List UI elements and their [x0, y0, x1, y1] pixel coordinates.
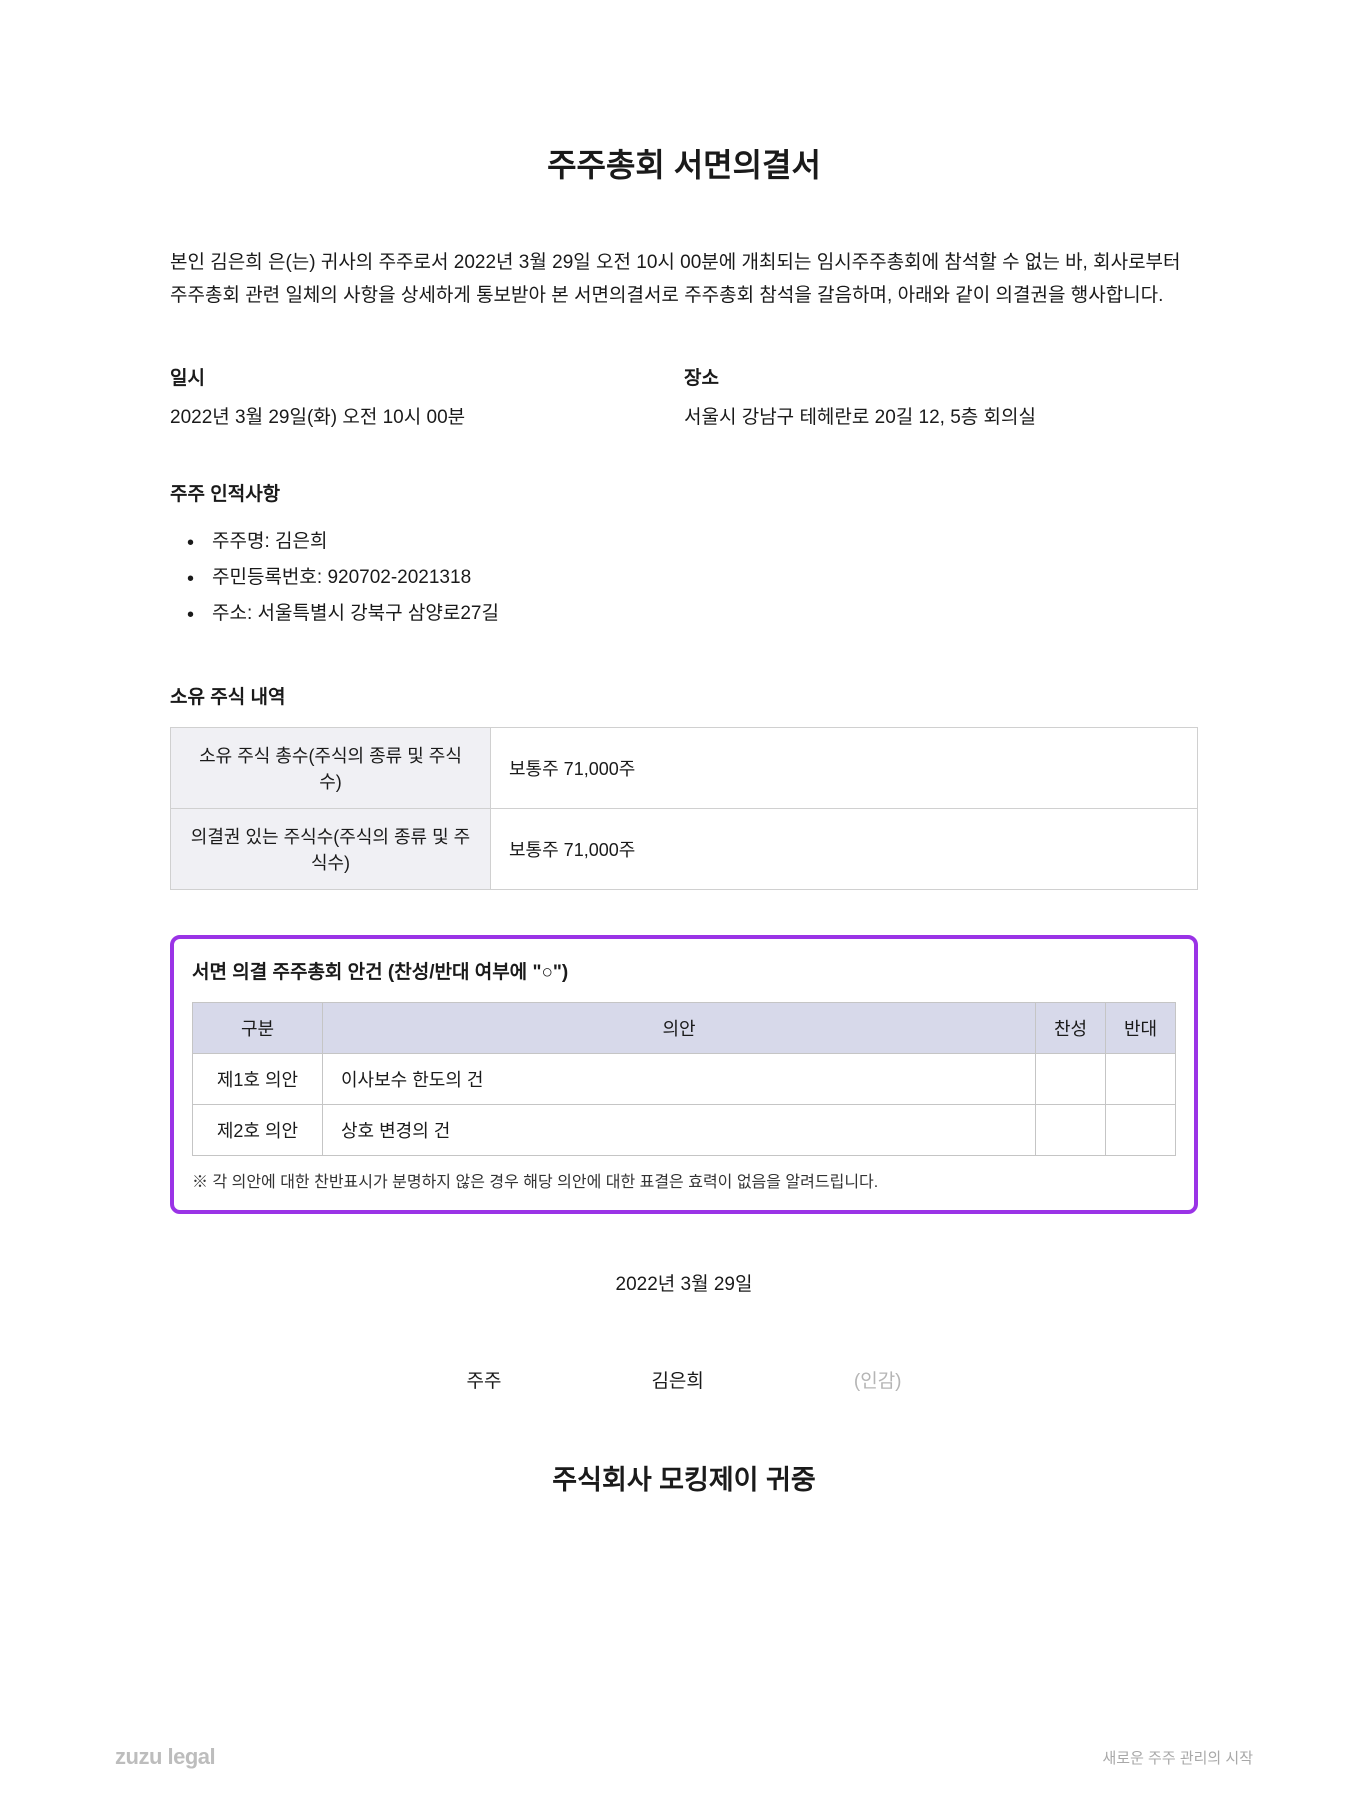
document-page: 주주총회 서면의결서 본인 김은희 은(는) 귀사의 주주로서 2022년 3월…: [0, 0, 1368, 1497]
agenda-header-yes: 찬성: [1036, 1002, 1106, 1053]
recipient-line: 주식회사 모킹제이 귀중: [170, 1458, 1198, 1497]
agenda-vote-yes-cell: [1036, 1104, 1106, 1155]
signer-name: 김은희: [651, 1366, 703, 1393]
table-row: 제2호 의안 상호 변경의 건: [193, 1104, 1176, 1155]
signature-date: 2022년 3월 29일: [170, 1269, 1198, 1296]
footer-tagline: 새로운 주주 관리의 시작: [1102, 1747, 1253, 1768]
location-block: 장소 서울시 강남구 테헤란로 20길 12, 5층 회의실: [684, 363, 1198, 429]
location-label: 장소: [684, 363, 1198, 390]
shareholder-address: 주소: 서울특별시 강북구 삼양로27길: [212, 596, 1198, 632]
shares-total-label: 소유 주식 총수(주식의 종류 및 주식수): [171, 727, 491, 808]
intro-paragraph: 본인 김은희 은(는) 귀사의 주주로서 2022년 3월 29일 오전 10시…: [170, 246, 1198, 313]
shares-section-header: 소유 주식 내역: [170, 682, 1198, 709]
datetime-value: 2022년 3월 29일(화) 오전 10시 00분: [170, 402, 684, 429]
agenda-row-num: 제2호 의안: [193, 1104, 323, 1155]
shareholder-list: 주주명: 김은희 주민등록번호: 920702-2021318 주소: 서울특별…: [212, 524, 1198, 632]
datetime-label: 일시: [170, 363, 684, 390]
shares-voting-value: 보통주 71,000주: [491, 808, 1198, 889]
table-header-row: 구분 의안 찬성 반대: [193, 1002, 1176, 1053]
location-value: 서울시 강남구 테헤란로 20길 12, 5층 회의실: [684, 402, 1198, 429]
meeting-info-row: 일시 2022년 3월 29일(화) 오전 10시 00분 장소 서울시 강남구…: [170, 363, 1198, 429]
agenda-row-item: 이사보수 한도의 건: [323, 1053, 1036, 1104]
shares-voting-label: 의결권 있는 주식수(주식의 종류 및 주식수): [171, 808, 491, 889]
agenda-header-no: 반대: [1106, 1002, 1176, 1053]
datetime-block: 일시 2022년 3월 29일(화) 오전 10시 00분: [170, 363, 684, 429]
table-row: 제1호 의안 이사보수 한도의 건: [193, 1053, 1176, 1104]
agenda-row-num: 제1호 의안: [193, 1053, 323, 1104]
shares-total-value: 보통주 71,000주: [491, 727, 1198, 808]
agenda-vote-yes-cell: [1036, 1053, 1106, 1104]
agenda-vote-no-cell: [1106, 1053, 1176, 1104]
page-footer: zuzu legal 새로운 주주 관리의 시작: [115, 1744, 1253, 1770]
agenda-header-num: 구분: [193, 1002, 323, 1053]
agenda-row-item: 상호 변경의 건: [323, 1104, 1036, 1155]
agenda-section-header: 서면 의결 주주총회 안건 (찬성/반대 여부에 "○"): [192, 957, 1176, 984]
seal-placeholder: (인감): [854, 1366, 902, 1393]
document-title: 주주총회 서면의결서: [170, 140, 1198, 186]
shareholder-id: 주민등록번호: 920702-2021318: [212, 560, 1198, 596]
footer-logo: zuzu legal: [115, 1744, 215, 1770]
signature-row: 주주 김은희 (인감): [170, 1366, 1198, 1393]
signer-role: 주주: [466, 1366, 501, 1393]
agenda-vote-no-cell: [1106, 1104, 1176, 1155]
agenda-note: ※ 각 의안에 대한 찬반표시가 분명하지 않은 경우 해당 의안에 대한 표결…: [192, 1168, 1176, 1192]
agenda-table: 구분 의안 찬성 반대 제1호 의안 이사보수 한도의 건 제2호 의안 상호 …: [192, 1002, 1176, 1156]
agenda-header-item: 의안: [323, 1002, 1036, 1053]
shareholder-section-header: 주주 인적사항: [170, 479, 1198, 506]
shareholder-name: 주주명: 김은희: [212, 524, 1198, 560]
table-row: 소유 주식 총수(주식의 종류 및 주식수) 보통주 71,000주: [171, 727, 1198, 808]
agenda-highlight-box: 서면 의결 주주총회 안건 (찬성/반대 여부에 "○") 구분 의안 찬성 반…: [170, 935, 1198, 1214]
shares-table: 소유 주식 총수(주식의 종류 및 주식수) 보통주 71,000주 의결권 있…: [170, 727, 1198, 890]
table-row: 의결권 있는 주식수(주식의 종류 및 주식수) 보통주 71,000주: [171, 808, 1198, 889]
